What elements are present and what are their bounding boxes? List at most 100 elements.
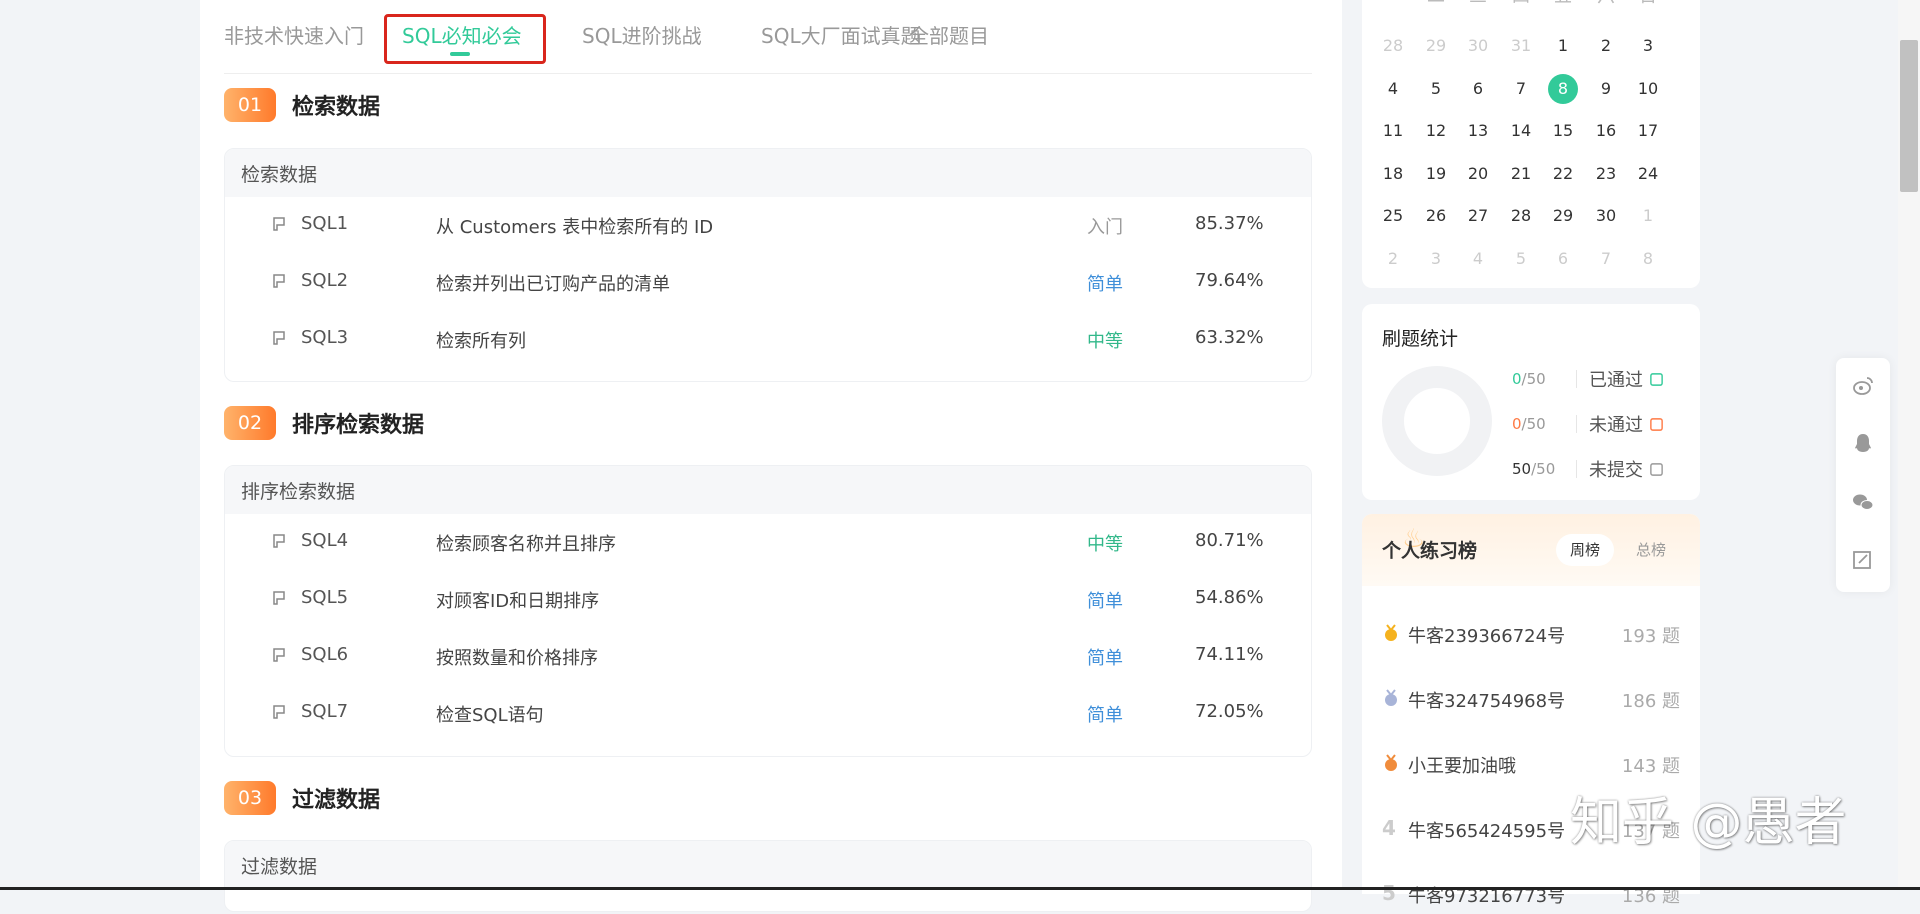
question-row[interactable]: SQL2 检索并列出已订购产品的清单 简单 79.64% [225, 254, 1311, 311]
calendar-weekday: 四 [1500, 0, 1542, 8]
weibo-icon[interactable] [1851, 374, 1875, 398]
calendar-day[interactable]: 26 [1415, 195, 1457, 237]
calendar-day[interactable]: 10 [1627, 68, 1669, 110]
calendar-day[interactable]: 29 [1415, 25, 1457, 67]
calendar-day[interactable]: 31 [1500, 25, 1542, 67]
calendar-day[interactable]: 20 [1457, 153, 1499, 195]
calendar-day[interactable]: 22 [1542, 153, 1584, 195]
calendar-day[interactable]: 25 [1372, 195, 1414, 237]
calendar-day[interactable]: 1 [1542, 25, 1584, 67]
question-icon [273, 274, 285, 288]
question-icon [273, 217, 285, 231]
ranking-row[interactable]: 5 牛客973216773号 136 题 [1362, 874, 1700, 914]
calendar-day[interactable]: 4 [1372, 68, 1414, 110]
calendar-day[interactable]: 28 [1500, 195, 1542, 237]
question-row[interactable]: SQL4 检索顾客名称并且排序 中等 80.71% [225, 514, 1311, 571]
calendar-day[interactable]: 3 [1627, 25, 1669, 67]
calendar-day[interactable]: 11 [1372, 110, 1414, 152]
question-code: SQL2 [301, 270, 349, 291]
question-row[interactable]: SQL7 检查SQL语句 简单 72.05% [225, 685, 1311, 742]
calendar-day[interactable]: 6 [1457, 68, 1499, 110]
ranking-row[interactable]: 小王要加油哦 143 题 [1362, 744, 1700, 784]
calendar-day[interactable]: 17 [1627, 110, 1669, 152]
ranking-username[interactable]: 牛客324754968号 [1408, 687, 1565, 713]
ranking-username[interactable]: 牛客565424595号 [1408, 817, 1565, 843]
calendar-day[interactable]: 28 [1372, 25, 1414, 67]
ranking-username[interactable]: 牛客973216773号 [1408, 882, 1565, 908]
calendar-day[interactable]: 5 [1415, 68, 1457, 110]
question-title[interactable]: 检查SQL语句 [436, 701, 544, 727]
question-title[interactable]: 对顾客ID和日期排序 [436, 587, 599, 613]
question-row[interactable]: SQL1 从 Customers 表中检索所有的 ID 入门 85.37% [225, 197, 1311, 254]
question-title[interactable]: 检索顾客名称并且排序 [436, 530, 616, 556]
question-pass-rate: 85.37% [1195, 213, 1264, 234]
calendar-day[interactable]: 18 [1372, 153, 1414, 195]
question-row[interactable]: SQL3 检索所有列 中等 63.32% [225, 311, 1311, 368]
calendar-day[interactable]: 19 [1415, 153, 1457, 195]
page-scrollbar-thumb[interactable] [1900, 40, 1918, 192]
calendar-day[interactable]: 5 [1500, 238, 1542, 280]
calendar-day[interactable]: 6 [1542, 238, 1584, 280]
calendar-day[interactable]: 12 [1415, 110, 1457, 152]
calendar-day[interactable]: 16 [1585, 110, 1627, 152]
calendar-day[interactable]: 21 [1500, 153, 1542, 195]
calendar-day[interactable]: 8 [1627, 238, 1669, 280]
calendar-day[interactable]: 7 [1585, 238, 1627, 280]
calendar-day[interactable]: 30 [1585, 195, 1627, 237]
section-header: 01 检索数据 [224, 88, 380, 122]
ranking-score: 136 题 [1621, 886, 1680, 907]
question-title[interactable]: 按照数量和价格排序 [436, 644, 598, 670]
calendar-day[interactable]: 9 [1585, 68, 1627, 110]
question-row[interactable]: SQL6 按照数量和价格排序 简单 74.11% [225, 628, 1311, 685]
question-title[interactable]: 从 Customers 表中检索所有的 ID [436, 213, 713, 239]
floating-share-bar [1836, 358, 1890, 592]
calendar-day[interactable]: 7 [1500, 68, 1542, 110]
question-title[interactable]: 检索并列出已订购产品的清单 [436, 270, 670, 296]
calendar-weekday-row: 一二三四五六日 [1362, 0, 1700, 7]
wechat-icon[interactable] [1851, 490, 1875, 514]
tab-sql-interview[interactable]: SQL大厂面试真题 [761, 20, 921, 49]
watermark: 知乎 @愚者 [1570, 793, 1847, 853]
passed-icon [1650, 372, 1663, 386]
calendar-day[interactable]: 29 [1542, 195, 1584, 237]
ranking-row[interactable]: 牛客239366724号 193 题 [1362, 614, 1700, 654]
calendar-weekday: 五 [1542, 0, 1584, 8]
calendar-day[interactable]: 2 [1585, 25, 1627, 67]
calendar-day[interactable]: 27 [1457, 195, 1499, 237]
calendar-day[interactable]: 24 [1627, 153, 1669, 195]
calendar-day[interactable]: 23 [1585, 153, 1627, 195]
stats-count: 0/50 [1512, 369, 1546, 388]
tab-sql-advanced[interactable]: SQL进阶挑战 [582, 20, 702, 49]
question-code: SQL7 [301, 701, 349, 722]
tab-total-ranking[interactable]: 总榜 [1622, 534, 1680, 566]
tab-all-questions[interactable]: 全部题目 [909, 20, 989, 49]
calendar-day[interactable]: 3 [1415, 238, 1457, 280]
calendar-day[interactable]: 30 [1457, 25, 1499, 67]
tab-non-tech-intro[interactable]: 非技术快速入门 [224, 20, 364, 49]
qq-icon[interactable] [1851, 432, 1875, 456]
calendar-day[interactable]: 4 [1457, 238, 1499, 280]
category-tabs: 非技术快速入门 SQL必知必会 SQL进阶挑战 SQL大厂面试真题 全部题目 [224, 0, 1312, 74]
section-number-badge: 03 [224, 781, 276, 815]
feedback-icon[interactable] [1851, 548, 1875, 572]
question-pass-rate: 54.86% [1195, 587, 1264, 608]
medal-icon [1385, 689, 1397, 706]
question-row[interactable]: SQL5 对顾客ID和日期排序 简单 54.86% [225, 571, 1311, 628]
ranking-row[interactable]: 牛客324754968号 186 题 [1362, 679, 1700, 719]
ranking-score: 193 题 [1621, 626, 1680, 647]
calendar-day[interactable]: 14 [1500, 110, 1542, 152]
tab-weekly-ranking[interactable]: 周榜 [1556, 534, 1615, 566]
calendar-day[interactable]: 2 [1372, 238, 1414, 280]
question-code: SQL5 [301, 587, 349, 608]
stats-label: 已通过 [1589, 370, 1643, 391]
calendar-day[interactable]: 15 [1542, 110, 1584, 152]
calendar-day[interactable]: 1 [1627, 195, 1669, 237]
question-code: SQL1 [301, 213, 349, 234]
ranking-username[interactable]: 牛客239366724号 [1408, 622, 1565, 648]
ranking-username[interactable]: 小王要加油哦 [1408, 752, 1516, 778]
section-title: 排序检索数据 [292, 413, 425, 438]
calendar-day-today[interactable]: 8 [1542, 68, 1584, 110]
calendar-day[interactable]: 13 [1457, 110, 1499, 152]
question-difficulty: 简单 [1087, 705, 1123, 726]
question-title[interactable]: 检索所有列 [436, 327, 526, 353]
